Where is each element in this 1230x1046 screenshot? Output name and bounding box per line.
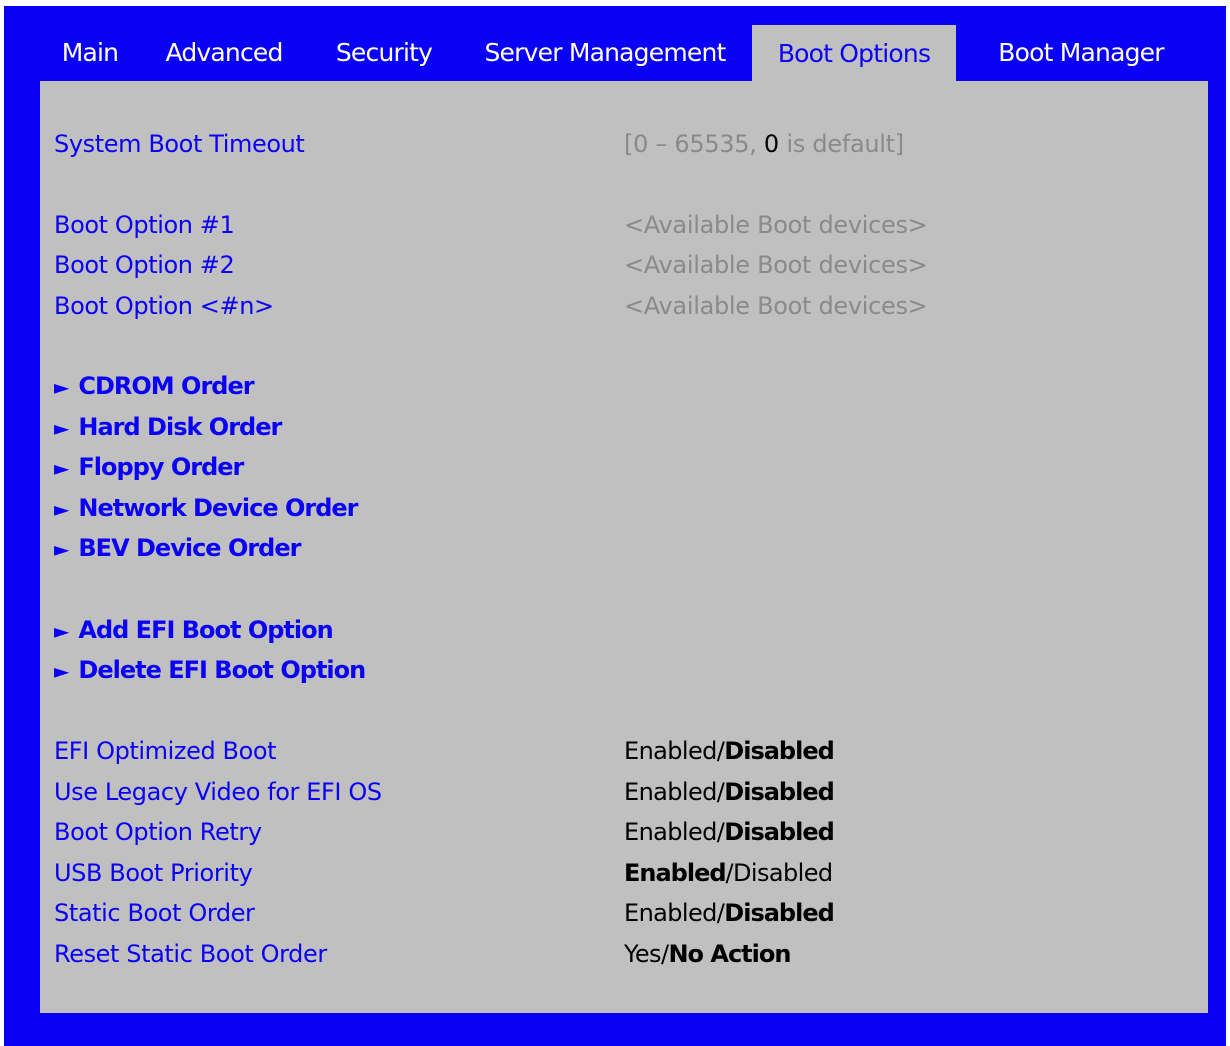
setting-row-boot-option-retry: Boot Option Retry Enabled/Disabled xyxy=(40,815,1208,849)
choice-enabled-default: Enabled xyxy=(624,859,727,887)
triangle-right-icon: ► xyxy=(54,375,69,399)
setting-row-reset-static-boot-order: Reset Static Boot Order Yes/No Action xyxy=(40,937,1208,971)
choice-disabled: Disabled xyxy=(733,859,833,887)
setting-row-efi-optimized-boot: EFI Optimized Boot Enabled/Disabled xyxy=(40,734,1208,768)
triangle-right-icon: ► xyxy=(54,456,69,480)
choice-enabled: Enabled xyxy=(624,778,717,806)
boot-option-n-value[interactable]: <Available Boot devices> xyxy=(624,289,928,323)
add-efi-boot-option-label: Add EFI Boot Option xyxy=(78,616,333,644)
choice-disabled-default: Disabled xyxy=(724,818,834,846)
setting-row-legacy-video-efi-os: Use Legacy Video for EFI OS Enabled/Disa… xyxy=(40,775,1208,809)
usb-boot-priority-value[interactable]: Enabled/Disabled xyxy=(624,856,833,890)
system-boot-timeout-value[interactable]: [0 – 65535, 0 is default] xyxy=(624,127,904,161)
system-boot-timeout-label[interactable]: System Boot Timeout xyxy=(54,127,305,161)
timeout-range-text: [0 – 65535, xyxy=(624,130,764,158)
boot-option-2-value[interactable]: <Available Boot devices> xyxy=(624,248,928,282)
static-boot-order-label[interactable]: Static Boot Order xyxy=(54,896,255,930)
bios-setup-frame: Main Advanced Security Server Management… xyxy=(4,6,1226,1046)
setting-row-boot-option-n: Boot Option <#n> <Available Boot devices… xyxy=(40,289,1208,323)
legacy-video-efi-os-value[interactable]: Enabled/Disabled xyxy=(624,775,835,809)
boot-option-n-label[interactable]: Boot Option <#n> xyxy=(54,289,274,323)
timeout-default-text: is default] xyxy=(779,130,905,158)
setting-row-boot-option-2: Boot Option #2 <Available Boot devices> xyxy=(40,248,1208,282)
triangle-right-icon: ► xyxy=(54,497,69,521)
submenu-network-device-order[interactable]: ► Network Device Order xyxy=(40,491,1208,525)
submenu-cdrom-order[interactable]: ► CDROM Order xyxy=(40,369,1208,403)
submenu-hard-disk-order[interactable]: ► Hard Disk Order xyxy=(40,410,1208,444)
add-efi-boot-option-link[interactable]: ► Add EFI Boot Option xyxy=(54,613,334,648)
tab-main[interactable]: Main xyxy=(52,24,128,81)
tab-bar: Main Advanced Security Server Management… xyxy=(4,6,1226,82)
setting-row-boot-option-1: Boot Option #1 <Available Boot devices> xyxy=(40,208,1208,242)
choice-no-action-default: No Action xyxy=(668,940,791,968)
setting-row-static-boot-order: Static Boot Order Enabled/Disabled xyxy=(40,896,1208,930)
boot-option-1-label[interactable]: Boot Option #1 xyxy=(54,208,235,242)
choice-enabled: Enabled xyxy=(624,899,717,927)
bev-device-order-label: BEV Device Order xyxy=(78,534,301,562)
reset-static-boot-order-label[interactable]: Reset Static Boot Order xyxy=(54,937,327,971)
usb-boot-priority-label[interactable]: USB Boot Priority xyxy=(54,856,253,890)
hard-disk-order-link[interactable]: ► Hard Disk Order xyxy=(54,410,282,445)
network-device-order-label: Network Device Order xyxy=(78,494,358,522)
choice-disabled-default: Disabled xyxy=(724,778,834,806)
cdrom-order-label: CDROM Order xyxy=(78,372,254,400)
delete-efi-boot-option-label: Delete EFI Boot Option xyxy=(78,656,366,684)
tab-boot-manager[interactable]: Boot Manager xyxy=(986,24,1176,81)
bev-device-order-link[interactable]: ► BEV Device Order xyxy=(54,531,301,566)
reset-static-boot-order-value[interactable]: Yes/No Action xyxy=(624,937,791,971)
submenu-bev-device-order[interactable]: ► BEV Device Order xyxy=(40,531,1208,565)
submenu-add-efi-boot-option[interactable]: ► Add EFI Boot Option xyxy=(40,613,1208,647)
tab-security[interactable]: Security xyxy=(326,24,442,81)
floppy-order-label: Floppy Order xyxy=(78,453,244,481)
hard-disk-order-label: Hard Disk Order xyxy=(78,413,282,441)
boot-option-1-value[interactable]: <Available Boot devices> xyxy=(624,208,928,242)
efi-optimized-boot-label[interactable]: EFI Optimized Boot xyxy=(54,734,277,768)
boot-option-2-label[interactable]: Boot Option #2 xyxy=(54,248,235,282)
boot-options-panel: System Boot Timeout [0 – 65535, 0 is def… xyxy=(40,81,1208,1013)
triangle-right-icon: ► xyxy=(54,416,69,440)
choice-yes: Yes xyxy=(624,940,662,968)
choice-disabled-default: Disabled xyxy=(724,737,834,765)
setting-row-usb-boot-priority: USB Boot Priority Enabled/Disabled xyxy=(40,856,1208,890)
boot-option-retry-value[interactable]: Enabled/Disabled xyxy=(624,815,835,849)
delete-efi-boot-option-link[interactable]: ► Delete EFI Boot Option xyxy=(54,653,366,688)
timeout-default-value: 0 xyxy=(763,130,780,158)
tab-server-management[interactable]: Server Management xyxy=(480,24,730,81)
floppy-order-link[interactable]: ► Floppy Order xyxy=(54,450,244,485)
tab-boot-options[interactable]: Boot Options xyxy=(752,25,956,82)
triangle-right-icon: ► xyxy=(54,537,69,561)
static-boot-order-value[interactable]: Enabled/Disabled xyxy=(624,896,835,930)
network-device-order-link[interactable]: ► Network Device Order xyxy=(54,491,359,526)
efi-optimized-boot-value[interactable]: Enabled/Disabled xyxy=(624,734,835,768)
legacy-video-efi-os-label[interactable]: Use Legacy Video for EFI OS xyxy=(54,775,382,809)
triangle-right-icon: ► xyxy=(54,659,69,683)
cdrom-order-link[interactable]: ► CDROM Order xyxy=(54,369,255,404)
setting-row-system-boot-timeout: System Boot Timeout [0 – 65535, 0 is def… xyxy=(40,127,1208,161)
triangle-right-icon: ► xyxy=(54,619,69,643)
boot-option-retry-label[interactable]: Boot Option Retry xyxy=(54,815,262,849)
choice-separator: / xyxy=(725,859,734,887)
choice-disabled-default: Disabled xyxy=(724,899,834,927)
choice-enabled: Enabled xyxy=(624,737,717,765)
tab-advanced[interactable]: Advanced xyxy=(158,24,290,81)
submenu-delete-efi-boot-option[interactable]: ► Delete EFI Boot Option xyxy=(40,653,1208,687)
submenu-floppy-order[interactable]: ► Floppy Order xyxy=(40,450,1208,484)
choice-enabled: Enabled xyxy=(624,818,717,846)
